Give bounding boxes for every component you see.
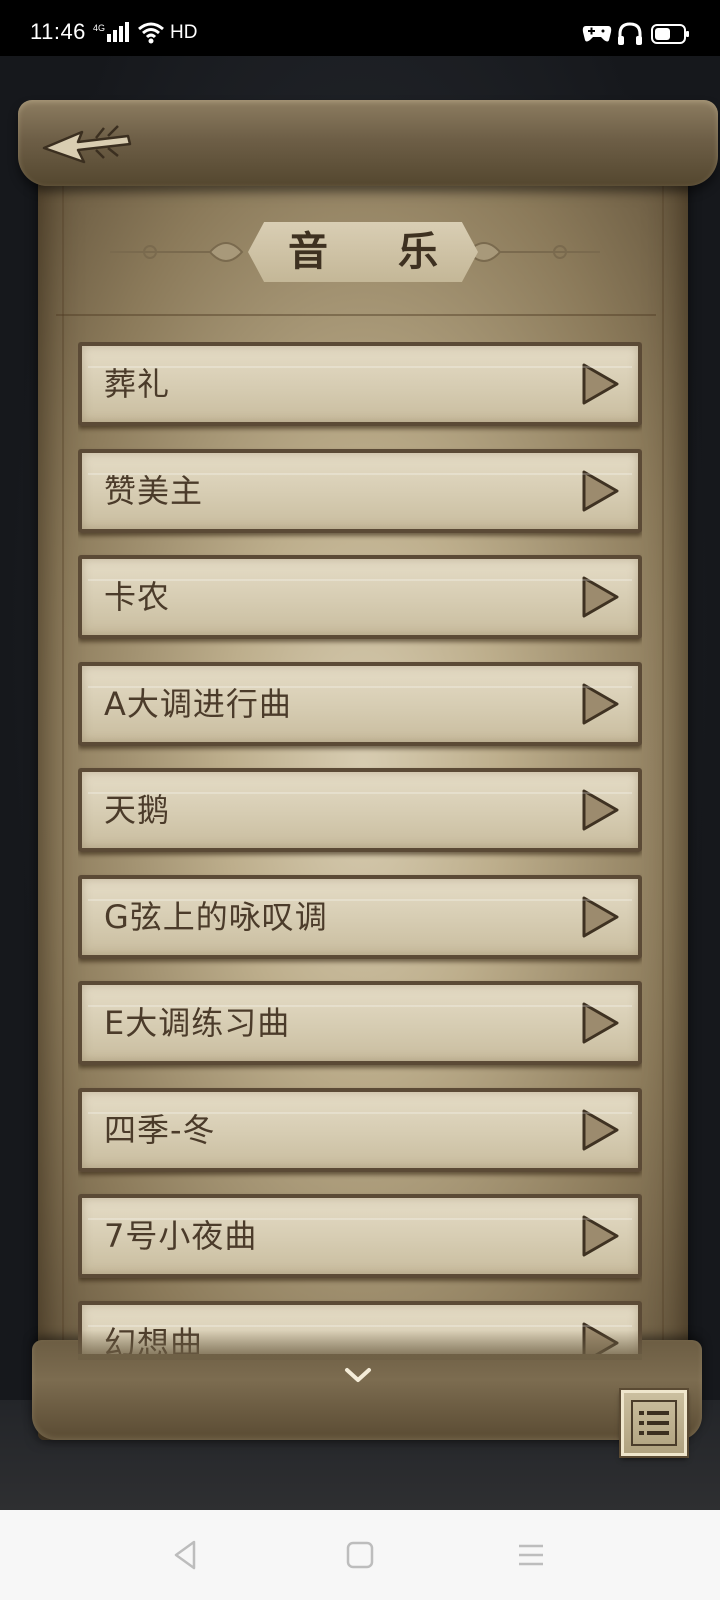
song-item[interactable]: 卡农 (78, 555, 642, 639)
song-item[interactable]: G弦上的咏叹调 (78, 875, 642, 959)
song-title: G弦上的咏叹调 (104, 898, 328, 936)
song-title: A大调进行曲 (104, 685, 292, 723)
play-icon[interactable] (580, 575, 620, 619)
song-title: 葬礼 (104, 365, 171, 403)
song-item[interactable]: 赞美主 (78, 449, 642, 533)
hd-label: HD (170, 22, 198, 43)
battery-icon (651, 24, 691, 48)
song-item[interactable]: A大调进行曲 (78, 662, 642, 746)
song-title: 赞美主 (104, 472, 204, 510)
title-divider (56, 314, 656, 316)
back-button[interactable] (38, 114, 134, 172)
chevron-down-icon[interactable] (341, 1364, 375, 1386)
song-item[interactable]: 7号小夜曲 (78, 1194, 642, 1278)
song-title: 卡农 (104, 578, 171, 616)
system-nav-bar (0, 1510, 720, 1600)
arrow-left-icon (42, 125, 132, 164)
list-icon (631, 1400, 677, 1446)
play-icon[interactable] (580, 682, 620, 726)
play-icon[interactable] (580, 469, 620, 513)
song-title: 天鹅 (104, 791, 171, 829)
page-title: 音 乐 (288, 228, 466, 275)
play-icon[interactable] (580, 1001, 620, 1045)
song-title: E大调练习曲 (104, 1004, 291, 1042)
song-title: 四季-冬 (104, 1111, 216, 1149)
song-item[interactable]: E大调练习曲 (78, 981, 642, 1065)
wifi-icon (137, 22, 165, 48)
game-controller-icon (582, 22, 612, 48)
play-icon[interactable] (580, 895, 620, 939)
headphones-icon (617, 22, 643, 50)
nav-back-icon[interactable] (170, 1538, 200, 1576)
play-icon[interactable] (580, 1214, 620, 1258)
network-label: 4G (93, 23, 105, 33)
list-fade (78, 1330, 642, 1360)
nav-recents-icon[interactable] (516, 1540, 546, 1574)
status-time: 11:46 (30, 19, 86, 44)
song-title: 7号小夜曲 (104, 1217, 258, 1255)
song-item[interactable]: 葬礼 (78, 342, 642, 426)
menu-button[interactable] (621, 1390, 687, 1456)
song-item[interactable]: 天鹅 (78, 768, 642, 852)
song-list[interactable]: 葬礼赞美主卡农A大调进行曲天鹅G弦上的咏叹调E大调练习曲四季-冬7号小夜曲幻想曲 (78, 342, 642, 1354)
play-icon[interactable] (580, 362, 620, 406)
play-icon[interactable] (580, 1108, 620, 1152)
song-item[interactable]: 四季-冬 (78, 1088, 642, 1172)
status-bar: 11:46 4G HD (0, 0, 720, 56)
nav-home-icon[interactable] (345, 1540, 375, 1574)
signal-icon: 4G (93, 22, 129, 48)
play-icon[interactable] (580, 788, 620, 832)
